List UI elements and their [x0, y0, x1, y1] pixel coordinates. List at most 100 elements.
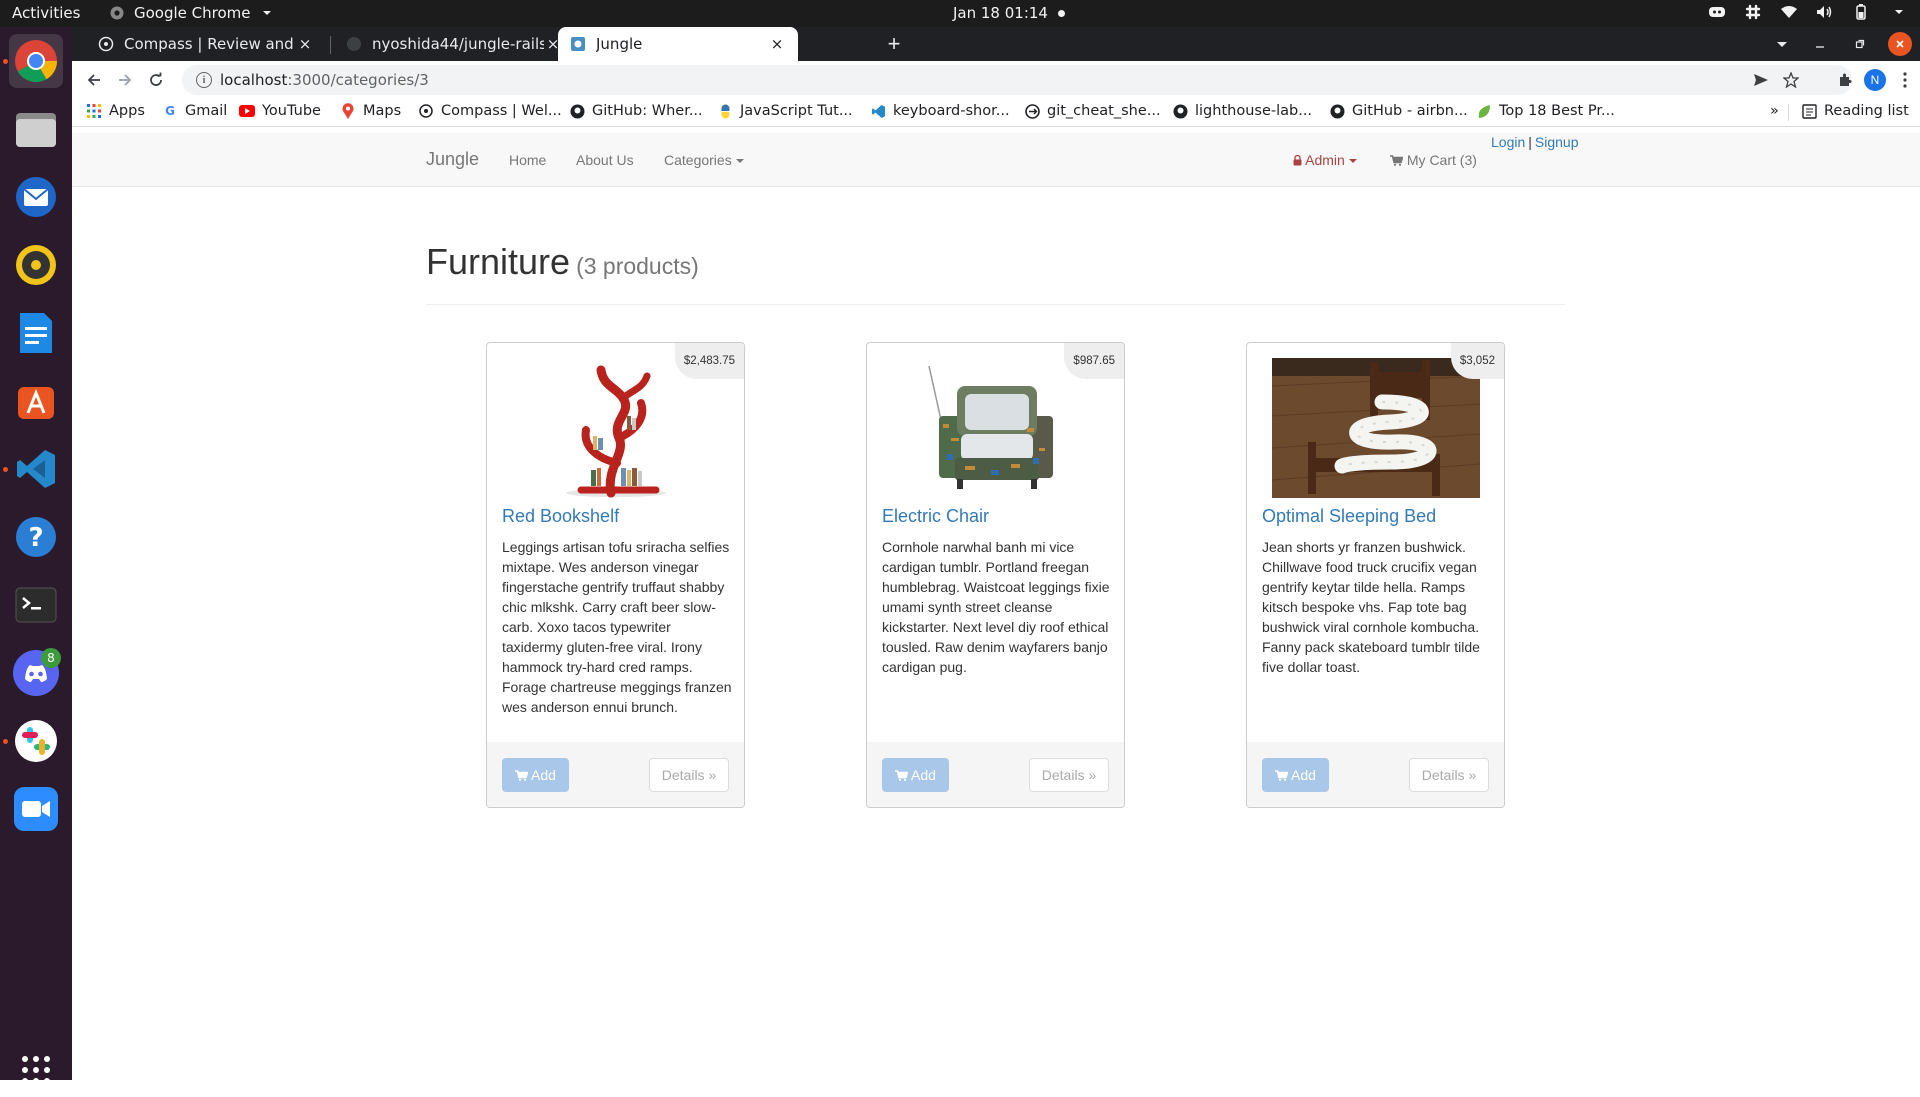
bookmark-top-18[interactable]: Top 18 Best Pr...: [1476, 103, 1615, 119]
bookmark-lighthouse-labs[interactable]: lighthouse-lab...: [1172, 103, 1312, 119]
forward-icon[interactable]: [112, 67, 138, 93]
discord-tray-icon[interactable]: [1708, 4, 1726, 20]
nav-about[interactable]: About Us: [576, 152, 634, 168]
dock-software[interactable]: [9, 374, 63, 428]
dock-thunderbird[interactable]: [9, 170, 63, 224]
dock-show-apps[interactable]: [9, 1043, 63, 1097]
nav-categories-dropdown[interactable]: Categories: [664, 152, 744, 168]
tab-compass[interactable]: Compass | Review and Sub ×: [86, 27, 326, 61]
details-button[interactable]: Details »: [1029, 758, 1109, 792]
sleeping-bed-image: [1271, 358, 1480, 498]
dock-chrome[interactable]: [9, 34, 63, 88]
zoom-icon: [14, 787, 58, 831]
more-menu-icon[interactable]: [1892, 67, 1918, 93]
bookmark-label: git_cheat_she...: [1047, 103, 1161, 119]
add-to-cart-button[interactable]: Add: [502, 758, 569, 792]
address-bar[interactable]: i localhost:3000/categories/3: [182, 65, 1852, 95]
volume-icon[interactable]: [1816, 4, 1834, 20]
product-image[interactable]: [891, 358, 1101, 498]
site-info-icon[interactable]: i: [196, 72, 212, 88]
dock-terminal[interactable]: [9, 578, 63, 632]
dock-zoom[interactable]: [9, 782, 63, 836]
tab-search-icon[interactable]: [1768, 32, 1792, 56]
clock[interactable]: Jan 18 01:14: [953, 4, 1065, 22]
new-tab-button[interactable]: +: [880, 30, 908, 58]
restore-icon[interactable]: [1848, 32, 1872, 56]
app-menu[interactable]: Google Chrome: [108, 4, 271, 22]
wifi-icon[interactable]: [1780, 4, 1798, 20]
running-indicator: [3, 739, 8, 744]
github-icon: [1329, 103, 1345, 119]
site-brand[interactable]: Jungle: [426, 149, 479, 170]
bookmark-github-airbnb[interactable]: GitHub - airbn...: [1329, 103, 1468, 119]
bookmark-git-cheat-sheet[interactable]: git_cheat_she...: [1024, 103, 1161, 119]
nav-admin-dropdown[interactable]: Admin: [1293, 152, 1357, 168]
dock: ? 8: [0, 27, 72, 1084]
bookmark-label: YouTube: [262, 103, 321, 119]
chevron-down-icon: [1348, 159, 1357, 164]
dock-slack[interactable]: [9, 714, 63, 768]
tab-jungle[interactable]: Jungle ×: [558, 27, 798, 61]
product-name-link[interactable]: Electric Chair: [882, 506, 989, 527]
battery-icon[interactable]: [1852, 4, 1870, 20]
login-link[interactable]: Login: [1491, 134, 1525, 150]
bookmark-compass[interactable]: Compass | Wel...: [418, 103, 562, 119]
url-host: localhost: [220, 71, 288, 89]
product-image[interactable]: [511, 358, 721, 498]
power-menu-icon[interactable]: [1888, 4, 1906, 20]
github-icon: [346, 36, 362, 52]
details-button[interactable]: Details »: [1409, 758, 1489, 792]
bookmark-github-where[interactable]: GitHub: Wher...: [569, 103, 703, 119]
compass-icon: [98, 36, 114, 52]
leaf-icon: [1476, 103, 1492, 119]
bookmark-javascript[interactable]: JavaScript Tut...: [717, 103, 853, 119]
nav-cart[interactable]: My Cart (3): [1390, 152, 1477, 168]
bookmark-youtube[interactable]: YouTube: [239, 103, 321, 119]
dock-files[interactable]: [9, 102, 63, 156]
bookmark-star-icon[interactable]: [1778, 67, 1804, 93]
running-indicator: [3, 467, 8, 472]
dock-writer[interactable]: [9, 306, 63, 360]
close-tab-icon[interactable]: ×: [768, 35, 786, 53]
bookmark-maps[interactable]: Maps: [340, 103, 401, 119]
profile-button[interactable]: N: [1862, 67, 1888, 93]
tab-github[interactable]: nyoshida44/jungle-rails ×: [334, 27, 574, 61]
dock-discord[interactable]: 8: [9, 646, 63, 700]
slack-tray-icon[interactable]: [1744, 4, 1762, 20]
close-window-icon[interactable]: [1888, 32, 1912, 56]
cart-icon: [1390, 155, 1404, 166]
signup-link[interactable]: Signup: [1535, 134, 1579, 150]
system-tray[interactable]: [1708, 4, 1906, 20]
extensions-icon[interactable]: [1832, 67, 1858, 93]
chevron-down-icon: [262, 11, 271, 15]
reading-list-button[interactable]: Reading list: [1801, 103, 1909, 119]
nav-admin-label: Admin: [1305, 152, 1345, 168]
nav-categories-label: Categories: [664, 152, 732, 168]
send-icon[interactable]: [1748, 67, 1774, 93]
bookmark-gmail[interactable]: G Gmail: [162, 103, 227, 119]
jungle-favicon-icon: [570, 36, 586, 52]
dock-vscode[interactable]: [9, 442, 63, 496]
product-image[interactable]: [1271, 358, 1480, 498]
bookmark-apps[interactable]: Apps: [86, 103, 145, 119]
maps-icon: [340, 103, 356, 119]
back-icon[interactable]: [81, 67, 107, 93]
product-name-link[interactable]: Red Bookshelf: [502, 506, 619, 527]
close-tab-icon[interactable]: ×: [296, 35, 314, 53]
nav-home[interactable]: Home: [509, 152, 546, 168]
rhythmbox-icon: [16, 245, 56, 285]
add-to-cart-button[interactable]: Add: [882, 758, 949, 792]
details-button[interactable]: Details »: [649, 758, 729, 792]
bookmarks-overflow-button[interactable]: »: [1770, 103, 1779, 119]
bookmark-keyboard-shortcuts[interactable]: keyboard-shor...: [870, 103, 1010, 119]
minimize-icon[interactable]: [1808, 32, 1832, 56]
bookmarks-divider: [1788, 104, 1789, 121]
reload-icon[interactable]: [143, 67, 169, 93]
dock-rhythmbox[interactable]: [9, 238, 63, 292]
add-to-cart-button[interactable]: Add: [1262, 758, 1329, 792]
product-description: Cornhole narwhal banh mi vice cardigan t…: [882, 539, 1110, 675]
product-name-link[interactable]: Optimal Sleeping Bed: [1262, 506, 1436, 527]
activities-button[interactable]: Activities: [12, 4, 80, 22]
discord-badge: 8: [41, 648, 61, 668]
dock-help[interactable]: ?: [9, 510, 63, 564]
